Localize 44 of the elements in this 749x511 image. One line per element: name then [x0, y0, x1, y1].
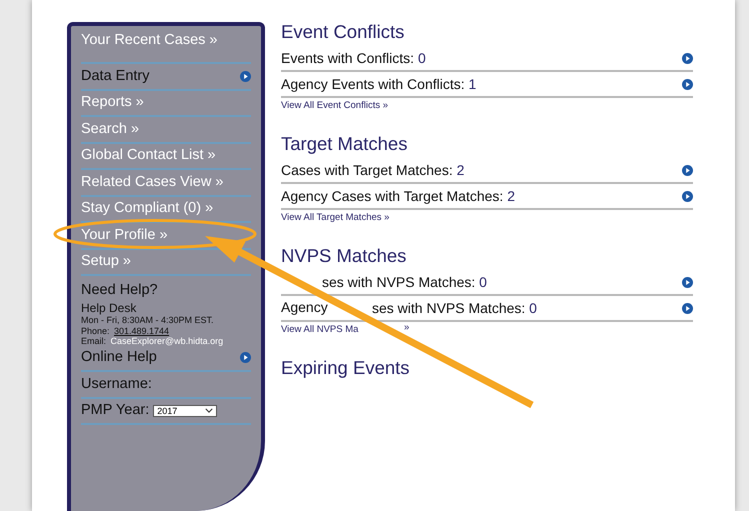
email-label: Email:: [81, 336, 106, 346]
pmp-year-label: PMP Year:: [81, 402, 150, 420]
play-icon[interactable]: [682, 78, 693, 90]
play-icon[interactable]: [682, 190, 693, 202]
phone-link[interactable]: 301.489.1744: [114, 326, 170, 336]
help-desk-label: Help Desk: [81, 302, 138, 314]
sidebar-item[interactable]: Reports »: [81, 94, 144, 112]
play-icon[interactable]: [240, 70, 251, 82]
sidebar-item[interactable]: Global Contact List »: [81, 147, 216, 164]
sidebar-item[interactable]: Stay Compliant (0) »: [81, 200, 214, 218]
help-hours: Mon - Fri, 8:30AM - 4:30PM EST.: [81, 315, 214, 325]
play-icon[interactable]: [682, 302, 693, 314]
view-all-link[interactable]: View All Target Matches »: [281, 212, 390, 223]
online-help-link[interactable]: Online Help: [81, 349, 157, 366]
match-count-label: Events with Conflicts: 0: [281, 50, 426, 66]
help-heading: Need Help?: [81, 282, 159, 299]
caret-icon: [205, 408, 214, 414]
sidebar-item[interactable]: Related Cases View »: [81, 174, 224, 191]
match-count-label: Agency: [281, 299, 328, 315]
sidebar-item[interactable]: Setup »: [81, 253, 131, 270]
section-heading: NVPS Matches: [281, 244, 408, 268]
sidebar-item[interactable]: Search »: [81, 120, 140, 138]
view-all-link[interactable]: View All Event Conflicts »: [281, 100, 388, 111]
username-label: Username:: [81, 376, 152, 393]
match-count-label: Agency Cases with Target Matches: 2: [281, 188, 515, 204]
view-all-link[interactable]: »: [404, 322, 410, 334]
phone-label: Phone:: [81, 326, 110, 336]
match-count-label: ses with NVPS Matches: 0: [372, 300, 537, 316]
recent-cases-link[interactable]: Your Recent Cases »: [81, 32, 218, 49]
play-icon[interactable]: [682, 276, 693, 288]
section-heading: Expiring Events: [281, 356, 411, 380]
section-heading: Event Conflicts: [281, 20, 406, 44]
play-icon[interactable]: [682, 164, 693, 176]
play-icon[interactable]: [682, 52, 693, 64]
match-count-label: Agency Events with Conflicts: 1: [281, 76, 476, 92]
match-count-label: Cases with Target Matches: 2: [281, 162, 464, 178]
match-count-label: ses with NVPS Matches: 0: [322, 274, 487, 290]
email-link[interactable]: CaseExplorer@wb.hidta.org: [110, 336, 224, 346]
play-icon[interactable]: [240, 352, 251, 364]
sidebar-item[interactable]: Data Entry: [81, 68, 150, 85]
year-dropdown[interactable]: 2017: [153, 404, 218, 417]
section-heading: Target Matches: [281, 132, 408, 156]
sidebar-item[interactable]: Your Profile »: [81, 226, 168, 244]
view-all-link[interactable]: View All NVPS Ma: [281, 324, 358, 335]
